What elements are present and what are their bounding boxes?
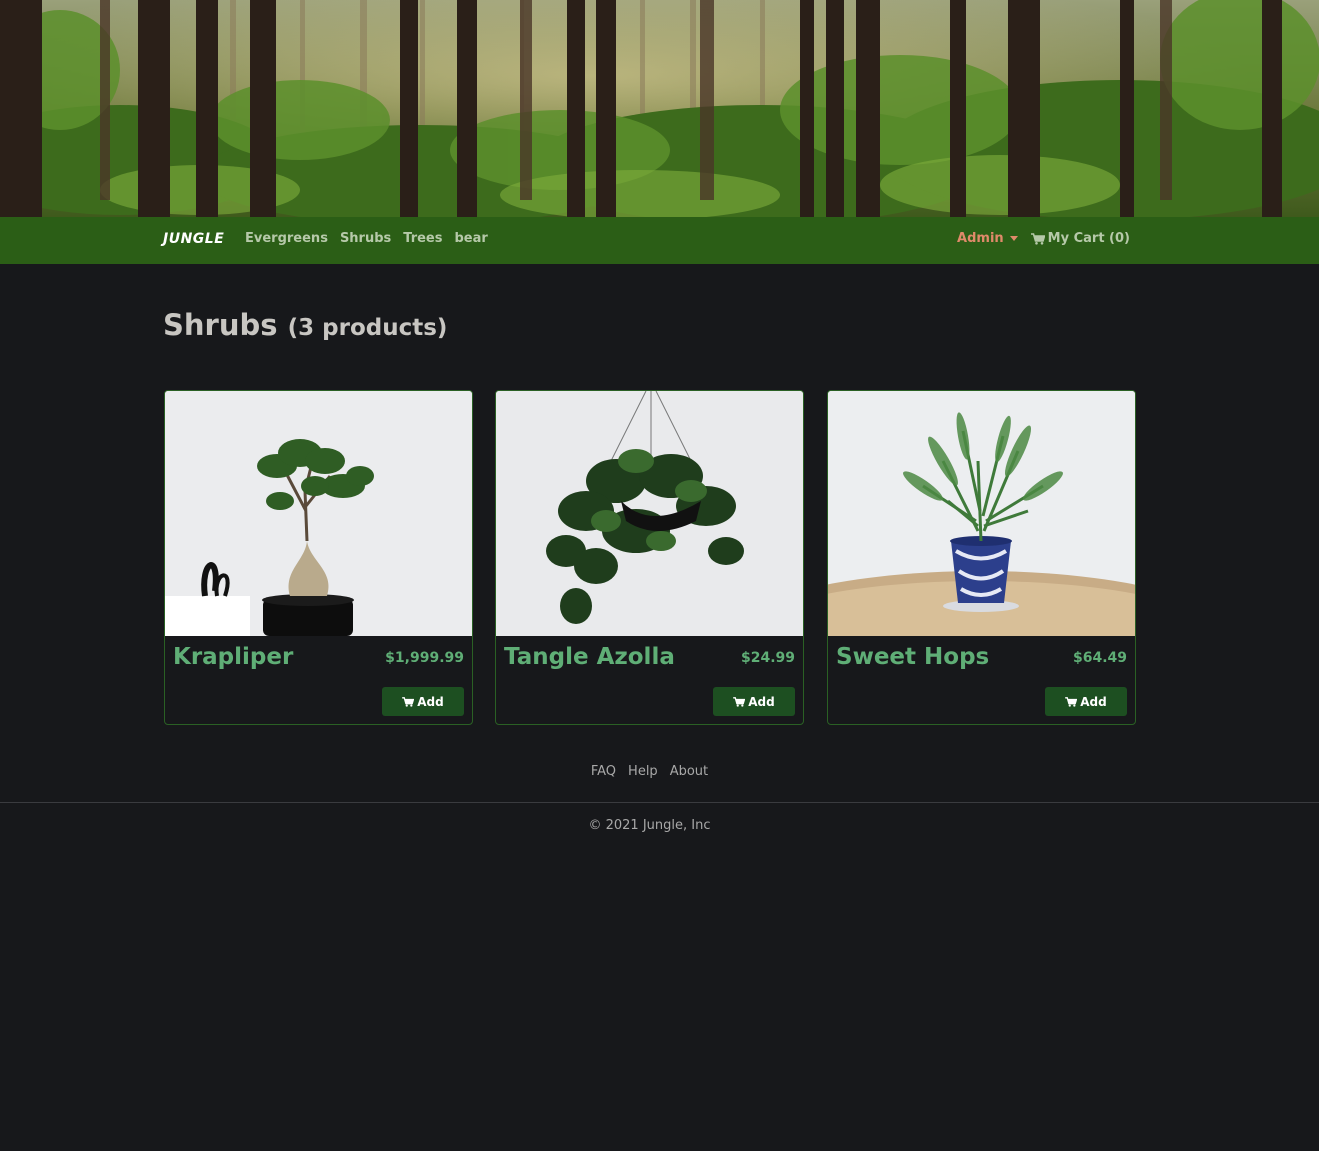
- add-to-cart-button[interactable]: Add: [1045, 687, 1127, 716]
- navbar-right: Admin My Cart (0): [957, 231, 1130, 246]
- brand-logo[interactable]: JUNGLE: [163, 231, 224, 247]
- add-button-label: Add: [748, 694, 775, 709]
- add-button-label: Add: [1080, 694, 1107, 709]
- admin-label: Admin: [957, 231, 1004, 246]
- nav-link-shrubs[interactable]: Shrubs: [340, 231, 391, 246]
- product-card: Krapliper $1,999.99 Add: [164, 390, 473, 725]
- product-card: Sweet Hops $64.49 Add: [827, 390, 1136, 725]
- product-name[interactable]: Krapliper: [173, 644, 293, 670]
- footer-divider: [0, 802, 1319, 803]
- product-price: $24.99: [740, 650, 795, 666]
- shopping-cart-icon: [733, 696, 746, 707]
- footer-link-faq[interactable]: FAQ: [591, 764, 616, 779]
- product-name[interactable]: Tangle Azolla: [504, 644, 675, 670]
- nav-link-trees[interactable]: Trees: [403, 231, 442, 246]
- cart-link[interactable]: My Cart (0): [1030, 231, 1130, 246]
- footer-link-help[interactable]: Help: [628, 764, 658, 779]
- shopping-cart-icon: [402, 696, 415, 707]
- page-title: Shrubs (3 products): [163, 308, 447, 342]
- product-image[interactable]: [165, 391, 472, 636]
- category-nav: Evergreens Shrubs Trees bear: [245, 231, 488, 246]
- add-button-label: Add: [417, 694, 444, 709]
- cart-label: My Cart (0): [1047, 231, 1130, 246]
- shopping-cart-icon: [1030, 232, 1045, 245]
- product-price: $64.49: [1072, 650, 1127, 666]
- footer-links: FAQ Help About: [0, 764, 1299, 779]
- navbar: JUNGLE Evergreens Shrubs Trees bear Admi…: [0, 217, 1319, 264]
- forest-banner-image: [0, 0, 1319, 217]
- product-image[interactable]: [828, 391, 1135, 636]
- product-image[interactable]: [496, 391, 803, 636]
- product-name[interactable]: Sweet Hops: [836, 644, 989, 670]
- shopping-cart-icon: [1065, 696, 1078, 707]
- hero-banner: [0, 0, 1319, 217]
- product-card: Tangle Azolla $24.99 Add: [495, 390, 804, 725]
- add-to-cart-button[interactable]: Add: [713, 687, 795, 716]
- copyright-text: © 2021 Jungle, Inc: [588, 818, 711, 833]
- product-price: $1,999.99: [385, 650, 464, 666]
- product-count: (3 products): [287, 315, 448, 341]
- caret-down-icon: [1009, 236, 1018, 241]
- add-to-cart-button[interactable]: Add: [382, 687, 464, 716]
- footer-link-about[interactable]: About: [670, 764, 708, 779]
- category-title: Shrubs: [163, 308, 278, 342]
- nav-link-evergreens[interactable]: Evergreens: [245, 231, 328, 246]
- admin-dropdown[interactable]: Admin: [957, 231, 1018, 246]
- nav-link-bear[interactable]: bear: [455, 231, 488, 246]
